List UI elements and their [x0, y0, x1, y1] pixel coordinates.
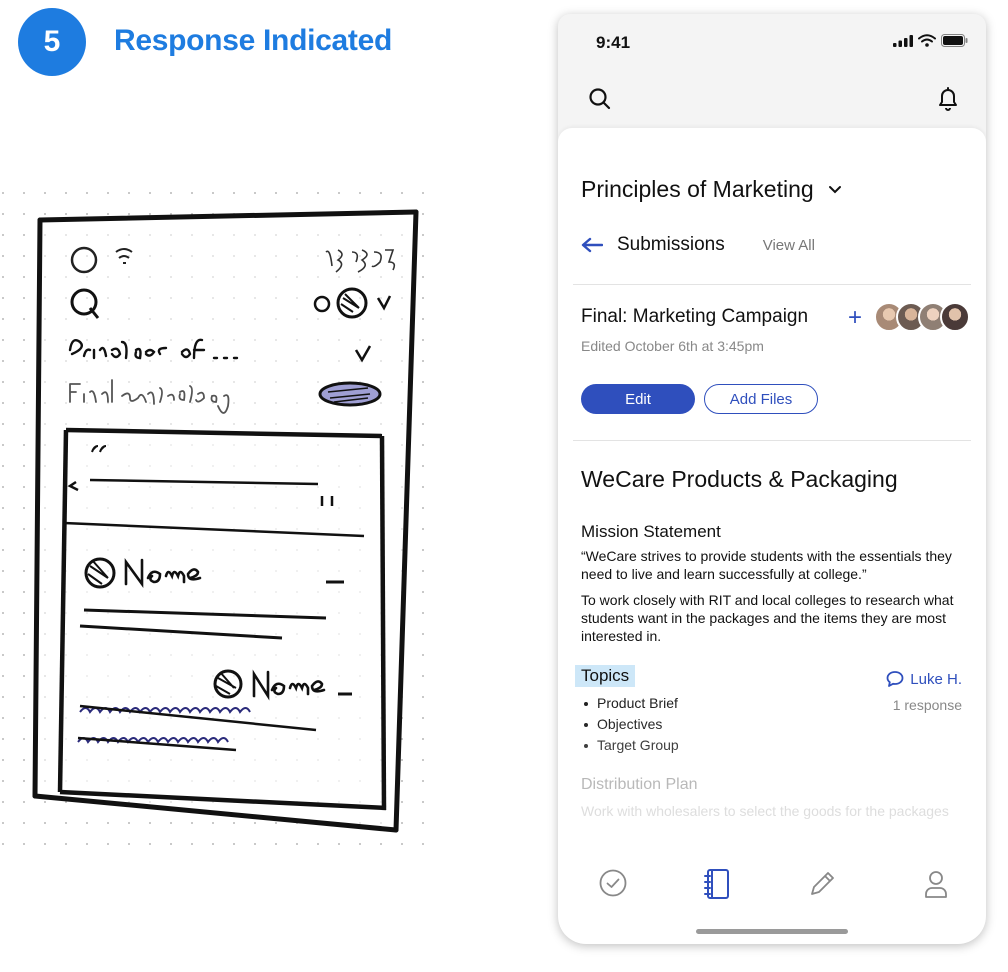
- battery-icon: [941, 34, 968, 47]
- edited-timestamp: Edited October 6th at 3:45pm: [581, 338, 764, 354]
- distribution-text: Work with wholesalers to select the good…: [581, 803, 949, 819]
- bullet-icon: [584, 701, 588, 706]
- paper-sketch-image: [0, 190, 440, 850]
- signal-icon: [893, 34, 913, 47]
- status-bar: 9:41: [558, 14, 986, 70]
- back-arrow-icon[interactable]: [581, 237, 603, 253]
- comment-indicator[interactable]: Luke H.: [886, 670, 962, 688]
- page: 5 Response Indicated 9:41 Principles of …: [0, 0, 1008, 972]
- topics-highlight[interactable]: Topics: [575, 665, 636, 687]
- bell-icon[interactable]: [936, 86, 960, 112]
- tab-bar: [558, 854, 986, 914]
- edit-button[interactable]: Edit: [581, 384, 695, 414]
- course-selector[interactable]: Principles of Marketing: [581, 176, 842, 203]
- list-item: Target Group: [584, 735, 679, 756]
- add-files-button[interactable]: Add Files: [704, 384, 818, 414]
- check-circle-icon[interactable]: [598, 868, 628, 898]
- wifi-icon: [918, 34, 936, 47]
- divider: [573, 284, 971, 285]
- content-card: Principles of Marketing Submissions View…: [558, 128, 986, 944]
- document-title: WeCare Products & Packaging: [581, 466, 898, 492]
- view-all-link[interactable]: View All: [763, 237, 815, 254]
- pencil-icon[interactable]: [806, 868, 838, 900]
- search-icon[interactable]: [588, 87, 612, 111]
- bullet-icon: [584, 722, 588, 727]
- divider: [573, 440, 971, 441]
- person-icon[interactable]: [922, 868, 950, 900]
- distribution-heading: Distribution Plan: [581, 776, 698, 793]
- assignment-title: Final: Marketing Campaign: [581, 306, 809, 327]
- status-time: 9:41: [596, 33, 631, 52]
- phone-screen: 9:41 Principles of Marketing Submissions…: [558, 14, 986, 944]
- mission-text: To work closely with RIT and local colle…: [581, 592, 954, 644]
- mission-quote: “WeCare strives to provide students with…: [581, 548, 952, 582]
- topics-list: Product Brief Objectives Target Group: [584, 693, 679, 756]
- avatar: [940, 302, 970, 332]
- step-title: Response Indicated: [114, 24, 393, 57]
- status-icons: [893, 34, 968, 47]
- bullet-icon: [584, 743, 588, 748]
- submissions-label: Submissions: [617, 234, 725, 255]
- home-indicator[interactable]: [696, 929, 848, 934]
- response-count: 1 response: [892, 697, 962, 713]
- list-item: Product Brief: [584, 693, 679, 714]
- notebook-icon[interactable]: [702, 868, 732, 900]
- comment-author: Luke H.: [910, 670, 962, 688]
- list-item: Objectives: [584, 714, 679, 735]
- course-title: Principles of Marketing: [581, 176, 814, 202]
- mission-heading: Mission Statement: [581, 522, 721, 541]
- add-collaborator-button[interactable]: +: [848, 306, 862, 330]
- chevron-down-icon: [828, 186, 841, 194]
- collaborator-avatars[interactable]: [874, 302, 970, 332]
- speech-bubble-icon: [886, 671, 904, 687]
- submissions-nav: Submissions View All: [581, 234, 815, 256]
- step-number-badge: 5: [18, 8, 86, 76]
